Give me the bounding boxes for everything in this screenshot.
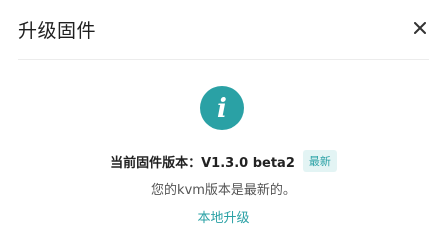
up-to-date-message: 您的kvm版本是最新的。 [151,183,296,198]
dialog-title: 升级固件 [18,20,97,42]
version-row: 当前固件版本：V1.3.0 beta2 最新 [0,150,447,172]
latest-badge: 最新 [302,150,337,172]
close-icon [414,22,426,34]
current-version-label: 当前固件版本：V1.3.0 beta2 [110,155,295,171]
info-icon-glyph: i [217,94,227,124]
info-icon: i [200,86,244,130]
close-button[interactable] [406,14,434,42]
firmware-upgrade-dialog: 升级固件 i 当前固件版本：V1.3.0 beta2 最新 您的kvm版本是最新… [0,0,447,246]
local-upgrade-link[interactable]: 本地升级 [0,207,447,226]
header-divider [18,59,429,60]
dialog-header: 升级固件 [0,0,447,60]
